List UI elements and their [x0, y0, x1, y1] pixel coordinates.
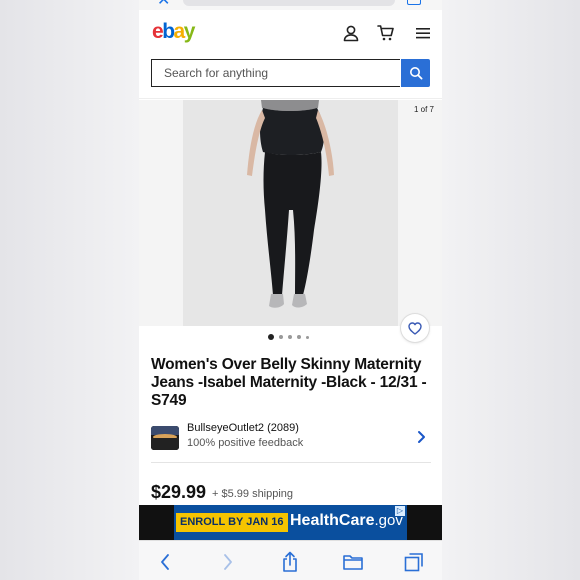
logo-letter-e: e: [152, 20, 164, 43]
share-icon[interactable]: [279, 551, 301, 573]
shipping-cost: + $5.99 shipping: [212, 488, 294, 500]
background-right: [442, 0, 580, 580]
chevron-right-icon[interactable]: [417, 430, 426, 444]
gallery-dots[interactable]: [268, 334, 309, 340]
healthcare-ad[interactable]: ENROLL BY JAN 16 HealthCare.gov ▷: [174, 505, 407, 540]
heart-icon: [408, 321, 422, 335]
gallery-dot[interactable]: [279, 335, 283, 339]
logo-letter-a: a: [173, 20, 186, 43]
mobile-screen: ✕ ebay Search for anything 1 of 7 Women'…: [139, 0, 442, 580]
ad-banner[interactable]: ENROLL BY JAN 16 HealthCare.gov ▷: [139, 505, 442, 540]
maternity-jeans-photo: [183, 100, 398, 326]
seller-name[interactable]: BullseyeOutlet2 (2089): [187, 422, 299, 434]
section-divider: [151, 462, 431, 463]
gallery-dot[interactable]: [297, 335, 301, 339]
search-bar: [151, 59, 430, 87]
header-divider: [139, 98, 442, 99]
item-price: $29.99: [151, 482, 207, 502]
url-field[interactable]: [183, 0, 395, 6]
ad-enroll-text: ENROLL BY JAN 16: [176, 513, 288, 532]
tabs-icon[interactable]: [403, 551, 425, 573]
logo-letter-y: y: [183, 20, 196, 43]
seller-info[interactable]: BullseyeOutlet2 (2089) 100% positive fee…: [151, 422, 431, 454]
watchlist-button[interactable]: [401, 314, 429, 342]
seller-avatar: [151, 426, 179, 450]
search-button[interactable]: [401, 59, 430, 87]
ebay-logo[interactable]: ebay: [152, 20, 196, 44]
background-left: [0, 0, 139, 580]
browser-url-bar: ✕: [139, 0, 442, 10]
ad-brand: HealthCare.gov: [290, 512, 403, 530]
close-icon[interactable]: ✕: [157, 0, 170, 9]
menu-icon[interactable]: [414, 24, 432, 42]
listing-title: Women's Over Belly Skinny Maternity Jean…: [151, 356, 427, 409]
seller-feedback: 100% positive feedback: [187, 437, 304, 449]
product-image[interactable]: [183, 100, 398, 326]
image-counter: 1 of 7: [413, 105, 434, 114]
user-icon[interactable]: [342, 24, 360, 42]
search-icon: [409, 67, 422, 80]
image-gallery[interactable]: [139, 100, 442, 326]
logo-letter-b: b: [162, 20, 175, 43]
ad-brand-main: HealthCare: [290, 512, 375, 529]
gallery-dot[interactable]: [288, 335, 292, 339]
search-input[interactable]: [151, 59, 400, 87]
gallery-dot[interactable]: [268, 334, 274, 340]
bookmarks-icon[interactable]: [342, 551, 364, 573]
gallery-dot[interactable]: [306, 335, 309, 339]
forward-icon[interactable]: [217, 551, 239, 573]
back-icon[interactable]: [154, 551, 176, 573]
adchoices-icon[interactable]: ▷: [395, 506, 405, 516]
share-icon[interactable]: [407, 0, 421, 5]
browser-toolbar: [139, 540, 442, 580]
cart-icon[interactable]: [377, 24, 395, 42]
